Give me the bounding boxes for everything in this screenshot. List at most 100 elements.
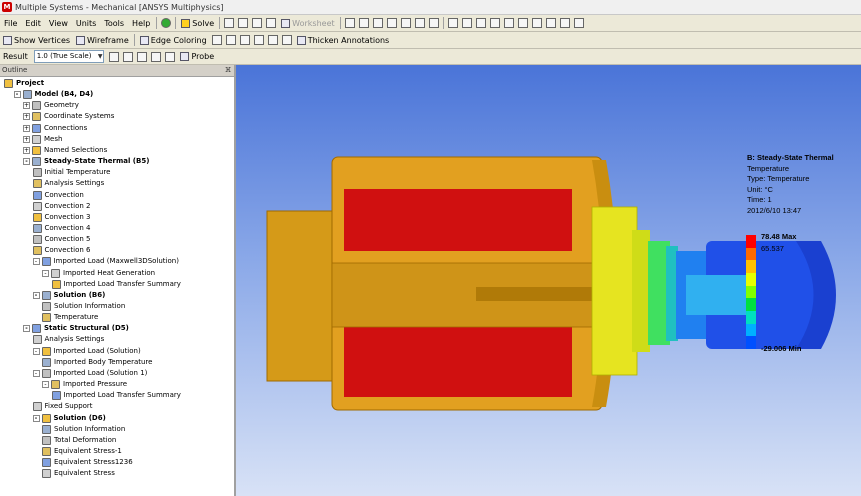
wireframe-button[interactable]: Wireframe — [73, 33, 132, 47]
tree-item[interactable]: Imported Load Transfer Summary — [51, 390, 181, 401]
tree-item[interactable]: Temperature — [42, 312, 98, 323]
menu-file[interactable]: File — [0, 19, 21, 28]
select-vertex-icon[interactable] — [372, 18, 383, 28]
collapse-icon[interactable]: - — [32, 291, 40, 299]
tree-item[interactable]: Convection 3 — [32, 212, 91, 223]
expand-icon[interactable]: + — [23, 146, 30, 154]
model-view[interactable] — [236, 65, 861, 496]
tree-item[interactable]: - Solution (D6) — [32, 413, 106, 424]
select-point-icon[interactable] — [358, 18, 369, 28]
next-view-icon[interactable] — [545, 18, 556, 28]
collapse-icon[interactable]: - — [13, 91, 21, 99]
tree-item[interactable]: - Imported Load (Solution 1) — [32, 368, 147, 379]
menu-edit[interactable]: Edit — [21, 19, 45, 28]
box-zoom-icon[interactable] — [489, 18, 500, 28]
tree-item[interactable]: Initial Temperature — [32, 167, 110, 178]
tree-item[interactable]: - Model (B4, D4) — [13, 89, 93, 100]
edge-display-icon[interactable] — [211, 35, 222, 45]
collapse-icon[interactable]: - — [32, 414, 40, 422]
tree-item[interactable]: Convection 5 — [32, 234, 91, 245]
tree-item[interactable]: - Solution (B6) — [32, 290, 105, 301]
tree-item[interactable]: Imported Load Transfer Summary — [51, 279, 181, 290]
pin-icon[interactable]: ⴼ — [225, 65, 231, 76]
tree-item[interactable]: Analysis Settings — [32, 178, 104, 189]
isometric-view-icon[interactable] — [559, 18, 570, 28]
probe-button[interactable]: Probe — [177, 50, 217, 64]
tree-item[interactable]: + Mesh — [23, 134, 62, 145]
expand-icon[interactable]: + — [23, 135, 30, 143]
display-style-icon[interactable] — [109, 51, 120, 62]
vector-icon[interactable] — [151, 51, 162, 62]
menu-view[interactable]: View — [45, 19, 72, 28]
tree-item[interactable]: Project — [4, 78, 44, 89]
tree-item[interactable]: Convection 2 — [32, 201, 91, 212]
tree-item[interactable]: Imported Body Temperature — [42, 357, 152, 368]
edge-display-icon[interactable] — [267, 35, 278, 45]
rotate-icon[interactable] — [447, 18, 458, 28]
tree-item[interactable]: - Imported Load (Maxwell3DSolution) — [32, 256, 179, 267]
expand-icon[interactable]: + — [23, 124, 30, 132]
tree-item[interactable]: Convection 4 — [32, 223, 91, 234]
tree-item[interactable]: Solution Information — [42, 301, 125, 312]
chart-icon[interactable] — [252, 18, 263, 28]
edges-icon[interactable] — [137, 51, 148, 62]
graphics-viewport[interactable] — [236, 65, 861, 496]
select-body-icon[interactable] — [414, 18, 425, 28]
zoom-fit-icon[interactable] — [503, 18, 514, 28]
extend-selection-icon[interactable] — [428, 18, 439, 28]
menu-tools[interactable]: Tools — [100, 19, 128, 28]
menu-units[interactable]: Units — [72, 19, 100, 28]
image-icon[interactable] — [238, 18, 249, 28]
tree-item[interactable]: Solution Information — [42, 424, 125, 435]
check-icon[interactable] — [161, 18, 172, 28]
viewport-icon[interactable] — [573, 18, 584, 28]
select-mode-icon[interactable] — [344, 18, 355, 28]
tree-item[interactable]: Equivalent Stress1236 — [42, 457, 133, 468]
collapse-icon[interactable]: - — [32, 258, 40, 266]
tree-item[interactable]: Analysis Settings — [32, 334, 104, 345]
edge-coloring-button[interactable]: Edge Coloring — [137, 33, 210, 47]
select-edge-icon[interactable] — [386, 18, 397, 28]
expand-icon[interactable]: + — [23, 102, 30, 110]
new-figure-icon[interactable] — [224, 18, 235, 28]
edge-display-icon[interactable] — [239, 35, 250, 45]
collapse-icon[interactable]: - — [32, 347, 40, 355]
contour-icon[interactable] — [123, 51, 134, 62]
collapse-icon[interactable]: - — [32, 369, 40, 377]
worksheet-button[interactable]: Worksheet — [278, 16, 337, 30]
tree-item[interactable]: Convection 6 — [32, 245, 91, 256]
tree-item[interactable]: - Steady-State Thermal (B5) — [23, 156, 149, 167]
tree-item[interactable]: Convection — [32, 190, 84, 201]
collapse-icon[interactable]: - — [23, 325, 30, 333]
previous-view-icon[interactable] — [531, 18, 542, 28]
solve-button[interactable]: Solve — [178, 16, 217, 30]
tree-item[interactable]: - Imported Load (Solution) — [32, 346, 141, 357]
scale-select[interactable]: 1.0 (True Scale) — [33, 50, 105, 63]
tree-item[interactable]: Total Deformation — [42, 435, 116, 446]
zoom-icon[interactable] — [475, 18, 486, 28]
tree-item[interactable]: - Imported Heat Generation — [42, 268, 155, 279]
max-min-icon[interactable] — [165, 51, 176, 62]
pan-icon[interactable] — [461, 18, 472, 28]
edge-display-icon[interactable] — [281, 35, 292, 45]
tree-item[interactable]: + Coordinate Systems — [23, 111, 114, 122]
expand-icon[interactable]: + — [23, 113, 30, 121]
tree-item[interactable]: Fixed Support — [32, 401, 93, 412]
tree-item[interactable]: Equivalent Stress — [42, 468, 115, 479]
tree-item[interactable]: - Imported Pressure — [42, 379, 127, 390]
magnifier-icon[interactable] — [517, 18, 528, 28]
collapse-icon[interactable]: - — [42, 381, 49, 389]
select-face-icon[interactable] — [400, 18, 411, 28]
tree-item[interactable]: + Connections — [23, 123, 87, 134]
tree-item[interactable]: - Static Structural (D5) — [23, 323, 129, 334]
collapse-icon[interactable]: - — [23, 158, 30, 166]
menu-help[interactable]: Help — [128, 19, 154, 28]
edge-display-icon[interactable] — [253, 35, 264, 45]
collapse-icon[interactable]: - — [42, 269, 49, 277]
tree-item[interactable]: Equivalent Stress-1 — [42, 446, 122, 457]
tree-item[interactable]: + Geometry — [23, 100, 79, 111]
tree-item[interactable]: + Named Selections — [23, 145, 107, 156]
edge-display-icon[interactable] — [225, 35, 236, 45]
thicken-annotations-button[interactable]: Thicken Annotations — [294, 33, 393, 47]
image-dropdown-icon[interactable] — [266, 18, 277, 28]
